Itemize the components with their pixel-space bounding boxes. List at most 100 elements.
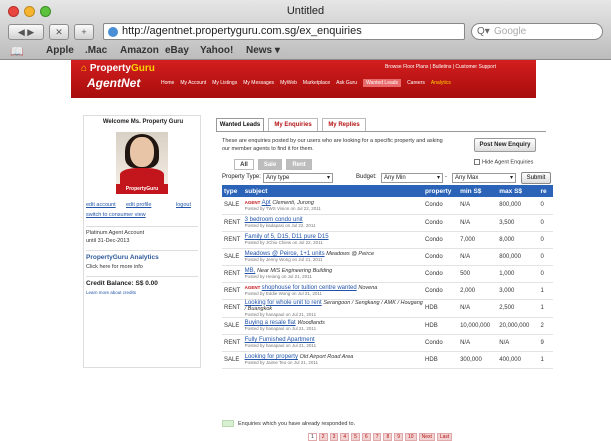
col-min[interactable]: min S$	[458, 185, 498, 197]
col-max[interactable]: max S$	[497, 185, 539, 197]
window-title: Untitled	[286, 5, 325, 17]
page-link[interactable]: 6	[361, 433, 371, 441]
subtab-sale[interactable]: Sale	[258, 159, 282, 170]
page-link[interactable]: 5	[351, 433, 360, 441]
page-link[interactable]: Next	[418, 433, 435, 441]
budget-min-select[interactable]: Any Min	[381, 173, 443, 183]
page-link[interactable]: 7	[372, 433, 382, 441]
row-property: Condo	[423, 231, 459, 249]
page-link[interactable]: 3	[329, 433, 339, 441]
table-row[interactable]: SALE Meadows @ Peirce, 1+1 units Meadows …	[222, 248, 553, 266]
bookmark-amazon[interactable]: Amazon	[120, 45, 159, 56]
row-property: HDB	[423, 317, 459, 335]
row-type: RENT	[222, 282, 243, 300]
bookmark-mac[interactable]: .Mac	[85, 45, 107, 56]
row-subject-cell: AGENT Apt Clementi, Jurong Posted by TWS …	[242, 197, 424, 215]
checkbox-box-icon[interactable]	[474, 159, 480, 165]
page-link[interactable]: 8	[383, 433, 393, 441]
row-replies: 1	[538, 282, 553, 300]
tab-divider	[216, 131, 546, 132]
edit-account-link[interactable]: edit account	[86, 202, 116, 208]
row-max: 400,000	[497, 351, 539, 369]
table-row[interactable]: SALE Buying a resale flat Woodlands Posted…	[222, 317, 553, 335]
page-link[interactable]: 9	[394, 433, 404, 441]
budget-max-select[interactable]: Any Max	[452, 173, 516, 183]
table-row[interactable]: SALE Looking for property Old Airport Roa…	[222, 351, 553, 369]
table-row[interactable]: RENT Looking for whole unit to rent Seran…	[222, 299, 553, 318]
menu-item-my-messages[interactable]: My Messages	[243, 80, 274, 87]
back-arrow-icon[interactable]: ◀	[18, 27, 25, 37]
pagination: 1 2 3 4 5 6 7 8 9 10 Next Last	[308, 433, 453, 441]
tab-my-enquiries[interactable]: My Enquiries	[268, 118, 318, 131]
address-bar[interactable]: http://agentnet.propertyguru.com.sg/ex_e…	[103, 23, 465, 40]
table-row[interactable]: RENT Family of 5, D15, D11 pure D15 Poste…	[222, 231, 553, 249]
menu-item-home[interactable]: Home	[161, 80, 174, 87]
menu-item-wanted-leads[interactable]: Wanted Leads	[363, 79, 402, 87]
menu-item-ask-guru[interactable]: Ask Guru	[336, 80, 357, 87]
row-meta: Posted by kadapasi on Jul 22, 2011	[244, 223, 316, 228]
row-max: 3,500	[497, 214, 539, 232]
web-page: ⌂ PropertyGuru AgentNet Browse Floor Pla…	[0, 60, 611, 441]
analytics-heading[interactable]: PropertyGuru Analytics	[86, 254, 159, 261]
search-field[interactable]: Q▾ Google	[471, 23, 603, 40]
row-type: RENT	[222, 231, 243, 249]
subtab-all[interactable]: All	[234, 159, 254, 170]
search-icon: Q▾	[477, 26, 490, 37]
row-min: N/A	[458, 214, 498, 232]
menu-item-my-listings[interactable]: My Listings	[212, 80, 237, 87]
row-min: N/A	[458, 299, 498, 318]
property-type-label: Property Type:	[222, 174, 261, 180]
bookmark-news[interactable]: News ▾	[246, 45, 280, 56]
hide-agent-checkbox[interactable]: Hide Agent Enquiries	[474, 159, 533, 165]
property-type-select[interactable]: Any type	[263, 173, 333, 183]
switch-consumer-link[interactable]: switch to consumer view	[86, 212, 146, 218]
house-logo-icon: ⌂	[81, 63, 88, 74]
tab-wanted-leads[interactable]: Wanted Leads	[216, 118, 264, 131]
analytics-info[interactable]: Click here for more info	[86, 264, 143, 270]
page-link[interactable]: 10	[405, 433, 417, 441]
site-logo[interactable]: ⌂ PropertyGuru	[81, 63, 155, 74]
col-replies[interactable]: re	[538, 185, 553, 197]
subtab-rent[interactable]: Rent	[286, 159, 312, 170]
menu-item-analytics[interactable]: Analytics	[431, 80, 451, 87]
bookmark-ebay[interactable]: eBay	[165, 45, 189, 56]
page-link[interactable]: 1	[308, 433, 317, 441]
post-new-enquiry-button[interactable]: Post New Enquiry	[474, 138, 536, 152]
row-subject-link[interactable]: Apt	[262, 200, 271, 206]
tab-my-replies[interactable]: My Replies	[322, 118, 366, 131]
bookmark-apple[interactable]: Apple	[46, 45, 74, 56]
col-property[interactable]: property	[423, 185, 459, 197]
intro-text: These are enquiries posted by our users …	[222, 138, 443, 152]
divider	[86, 226, 198, 227]
row-max: 3,000	[497, 282, 539, 300]
page-link[interactable]: 4	[340, 433, 350, 441]
table-row[interactable]: RENT MB, Near MIS Engineering Building Pos…	[222, 265, 553, 283]
edit-profile-link[interactable]: edit profile	[126, 202, 151, 208]
row-property: Condo	[423, 282, 459, 300]
back-forward-buttons[interactable]: ◀ ▶	[8, 24, 44, 40]
menu-item-myweb[interactable]: MyWeb	[280, 80, 297, 87]
legend-swatch	[222, 420, 234, 427]
stop-button[interactable]: ✕	[49, 24, 69, 40]
page-link[interactable]: Last	[436, 433, 453, 441]
table-row[interactable]: RENT Fully Furnished Apartment Posted by …	[222, 334, 553, 352]
row-subject-cell: MB, Near MIS Engineering Building Posted …	[242, 265, 424, 283]
forward-arrow-icon[interactable]: ▶	[27, 27, 34, 37]
top-utility-links[interactable]: Browse Floor Plans | Bulletins | Custome…	[385, 64, 496, 70]
table-row[interactable]: RENT 3 bedroom condo unit Posted by kadap…	[222, 214, 553, 232]
menu-item-marketplace[interactable]: Marketplace	[303, 80, 330, 87]
col-type[interactable]: type	[222, 185, 243, 197]
table-row[interactable]: SALE AGENT Apt Clementi, Jurong Posted by …	[222, 197, 553, 215]
menu-item-careers[interactable]: Careers	[407, 80, 425, 87]
table-row[interactable]: RENT AGENT shophouse for tuition centre w…	[222, 282, 553, 300]
bookmark-yahoo[interactable]: Yahoo!	[200, 45, 233, 56]
bookmarks-book-icon[interactable]: 📖	[10, 45, 24, 58]
logout-link[interactable]: logout	[176, 202, 191, 208]
credits-link[interactable]: Learn more about credits	[86, 290, 136, 295]
submit-button[interactable]: Submit	[521, 172, 551, 184]
add-bookmark-button[interactable]: +	[74, 24, 94, 40]
col-subject[interactable]: subject	[242, 185, 424, 197]
page-link[interactable]: 2	[318, 433, 328, 441]
row-min: 10,000,000	[458, 317, 498, 335]
menu-item-my-account[interactable]: My Account	[180, 80, 206, 87]
